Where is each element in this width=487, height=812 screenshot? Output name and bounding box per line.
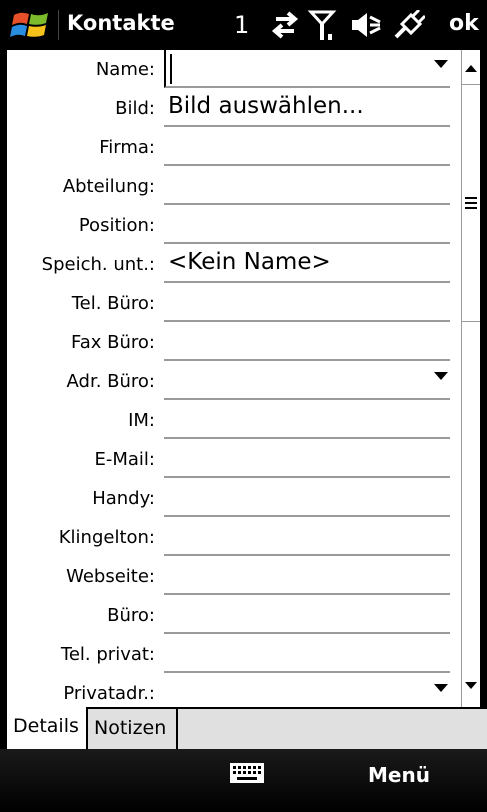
scroll-grip-line (465, 207, 477, 209)
form-row: Handy: (7, 479, 460, 518)
status-number: 1 (234, 11, 250, 39)
text-field[interactable] (164, 128, 450, 166)
text-field[interactable] (164, 167, 450, 205)
dropdown-field[interactable] (164, 362, 450, 400)
keyboard-icon[interactable] (229, 762, 265, 784)
field-label: Position: (78, 215, 155, 236)
data-connection-icon[interactable] (268, 10, 302, 40)
field-label: Privatadr.: (63, 683, 155, 704)
tab-bar: Details Notizen (7, 707, 487, 749)
form-row: Büro: (7, 596, 460, 635)
menu-button[interactable]: Menü (368, 763, 430, 787)
form-row: Fax Büro: (7, 323, 460, 362)
title-separator (58, 10, 59, 40)
dropdown-arrow-icon[interactable] (434, 60, 448, 68)
form-row: Bild: Bild auswählen... (7, 89, 460, 128)
form-row: Tel. privat: (7, 635, 460, 674)
menu-bar: Menü (0, 749, 487, 812)
form-row: Speich. unt.: <Kein Name> (7, 245, 460, 284)
speaker-muted-icon[interactable] (349, 10, 383, 40)
scroll-down-arrow-icon (465, 682, 477, 689)
dropdown-field[interactable] (164, 674, 450, 707)
text-cursor (170, 54, 172, 84)
scroll-grip-line (465, 197, 477, 199)
text-field[interactable] (164, 557, 450, 595)
contact-form: Name: Bild: Bild auswählen... Firma: Abteilu… (7, 50, 460, 707)
dropdown-arrow-icon[interactable] (434, 684, 448, 692)
field-label: Webseite: (66, 566, 155, 587)
form-row: Position: (7, 206, 460, 245)
text-field[interactable] (164, 401, 450, 439)
field-label: Handy: (92, 488, 155, 509)
text-field[interactable] (164, 479, 450, 517)
text-field[interactable] (164, 518, 450, 556)
field-label: Speich. unt.: (41, 254, 155, 275)
signal-strength-icon[interactable] (307, 10, 341, 40)
text-field[interactable] (164, 323, 450, 361)
field-value: Bild auswählen... (168, 93, 364, 119)
text-field[interactable] (164, 284, 450, 322)
form-row: Name: (7, 50, 460, 89)
tab-details[interactable]: Details (7, 707, 88, 749)
text-field[interactable]: Bild auswählen... (164, 89, 450, 127)
field-label: Bild: (115, 98, 155, 119)
text-field[interactable]: <Kein Name> (164, 245, 450, 283)
form-row: Klingelton: (7, 518, 460, 557)
scroll-track[interactable] (462, 84, 480, 672)
field-label: Büro: (107, 605, 155, 626)
form-row: Privatadr.: (7, 674, 460, 707)
form-row: Firma: (7, 128, 460, 167)
scroll-up-arrow-icon (465, 65, 477, 72)
field-label: Adr. Büro: (66, 371, 155, 392)
field-label: Name: (95, 59, 155, 80)
dropdown-arrow-icon[interactable] (434, 372, 448, 380)
field-label: Tel. Büro: (71, 293, 155, 314)
field-label: Firma: (99, 137, 155, 158)
field-label: Klingelton: (58, 527, 155, 548)
text-field[interactable] (164, 596, 450, 634)
scroll-up-button[interactable] (462, 58, 480, 80)
ok-button[interactable]: ok (449, 11, 479, 36)
form-row: IM: (7, 401, 460, 440)
form-row: Adr. Büro: (7, 362, 460, 401)
windows-start-icon[interactable] (10, 7, 52, 43)
dropdown-field[interactable] (164, 50, 450, 88)
form-row: Abteilung: (7, 167, 460, 206)
form-row: Tel. Büro: (7, 284, 460, 323)
field-label: IM: (128, 410, 155, 431)
battery-charging-icon[interactable] (391, 10, 425, 40)
field-label: Tel. privat: (60, 644, 155, 665)
text-field[interactable] (164, 440, 450, 478)
app-title: Kontakte (67, 11, 175, 35)
field-value: <Kein Name> (168, 249, 331, 275)
field-label: Abteilung: (62, 176, 155, 197)
tab-notizen[interactable]: Notizen (88, 709, 178, 749)
vertical-scrollbar[interactable] (461, 50, 480, 707)
field-label: Fax Büro: (71, 332, 155, 353)
form-row: E-Mail: (7, 440, 460, 479)
field-label: E-Mail: (94, 449, 156, 470)
title-bar: Kontakte 1 ok (0, 0, 487, 50)
contact-form-area: Name: Bild: Bild auswählen... Firma: Abteilu… (7, 50, 480, 707)
scroll-grip-line (465, 202, 477, 204)
form-row: Webseite: (7, 557, 460, 596)
scroll-down-button[interactable] (462, 675, 480, 697)
text-field[interactable] (164, 206, 450, 244)
scroll-thumb[interactable] (462, 84, 480, 322)
text-field[interactable] (164, 635, 450, 673)
